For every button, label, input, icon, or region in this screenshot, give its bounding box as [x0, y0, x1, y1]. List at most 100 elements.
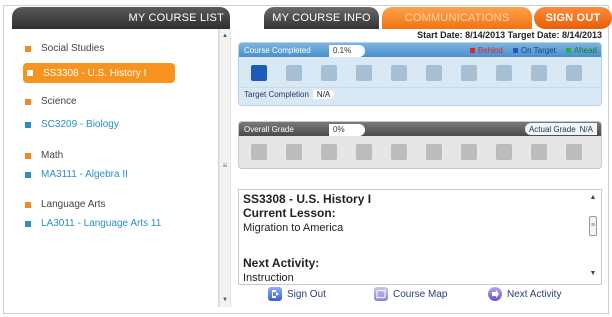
progress-square: [531, 144, 547, 160]
overall-grade-value: 0%: [329, 123, 365, 136]
subject-label: Science: [41, 96, 77, 107]
next-activity-button[interactable]: Next Activity: [488, 287, 561, 301]
course-bullet-icon: [25, 121, 31, 128]
scroll-down-icon[interactable]: ▼: [587, 270, 599, 280]
lesson-scrollbar[interactable]: ▲ ≡ ▼: [587, 194, 599, 280]
next-activity-label: Next Activity: [507, 288, 562, 300]
progress-square: [251, 144, 267, 160]
legend-ahead: Ahead: [565, 45, 597, 55]
subject-bullet-icon: [25, 45, 31, 52]
overall-grade-header: Overall Grade 0% Actual Grade N/A: [239, 122, 601, 136]
progress-square: [461, 65, 477, 81]
next-activity-label: Next Activity:: [243, 256, 320, 270]
scroll-grip-icon[interactable]: ≡: [221, 161, 229, 171]
on-target-swatch-icon: [512, 47, 518, 53]
actual-grade-box: Actual Grade N/A: [524, 123, 597, 135]
tab-my-course-list[interactable]: MY COURSE LIST: [12, 7, 230, 29]
course-list-scrollbar[interactable]: ▲ ≡ ▼: [219, 29, 231, 307]
overall-grade-label: Overall Grade: [244, 124, 294, 134]
course-item-ss3308[interactable]: SS3308 - U.S. History I: [23, 63, 175, 83]
course-completed-value: 0.1%: [329, 44, 365, 57]
progress-square: [251, 65, 267, 81]
ahead-swatch-icon: [565, 47, 571, 53]
course-bullet-icon: [27, 70, 33, 76]
legend-behind: Behind: [469, 45, 503, 55]
course-title: SS3308 - U.S. History I: [243, 192, 372, 206]
course-bullet-icon: [25, 220, 31, 227]
course-item-la3011[interactable]: LA3011 - Language Arts 11: [25, 218, 161, 229]
course-map-button[interactable]: Course Map: [374, 287, 447, 301]
scroll-thumb[interactable]: ≡: [589, 216, 597, 236]
progress-square: [566, 144, 582, 160]
course-label: SS3308 - U.S. History I: [43, 67, 147, 79]
progress-square: [461, 144, 477, 160]
progress-square: [426, 65, 442, 81]
subject-label: Social Studies: [41, 43, 105, 54]
progress-square: [426, 144, 442, 160]
course-item-sc3209[interactable]: SC3209 - Biology: [25, 119, 119, 130]
progress-square: [566, 65, 582, 81]
sign-out-icon: [268, 287, 282, 301]
progress-square: [356, 144, 372, 160]
progress-square: [356, 65, 372, 81]
scroll-down-icon[interactable]: ▼: [220, 295, 230, 305]
legend-on-target: On Target: [512, 45, 556, 55]
behind-swatch-icon: [469, 47, 475, 53]
legend-label: Behind: [477, 45, 503, 55]
grade-squares: [239, 136, 601, 166]
progress-square: [321, 65, 337, 81]
course-list-pane: Social Studies SS3308 - U.S. History I S…: [11, 29, 219, 307]
progress-square: [391, 65, 407, 81]
subject-language-arts: Language Arts: [25, 199, 106, 210]
current-lesson-label: Current Lesson:: [243, 206, 336, 220]
tab-my-course-info[interactable]: MY COURSE INFO: [264, 7, 379, 29]
progress-square: [321, 144, 337, 160]
tab-communications[interactable]: COMMUNICATIONS: [382, 7, 532, 29]
map-icon: [374, 287, 388, 301]
sign-out-label: Sign Out: [287, 288, 326, 300]
progress-legend: Behind On Target Ahead: [460, 43, 597, 57]
course-label: MA3111 - Algebra II: [41, 169, 128, 180]
progress-square: [391, 144, 407, 160]
sign-out-button[interactable]: Sign Out: [268, 287, 326, 301]
target-completion-value: N/A: [312, 90, 335, 99]
target-completion-label: Target Completion: [244, 90, 309, 99]
subject-bullet-icon: [25, 152, 31, 159]
course-bullet-icon: [25, 171, 31, 178]
subject-social-studies: Social Studies: [25, 43, 104, 54]
tab-bar: MY COURSE LIST MY COURSE INFO COMMUNICAT…: [12, 7, 612, 29]
subject-bullet-icon: [25, 98, 31, 105]
legend-label: On Target: [520, 45, 556, 55]
next-arrow-icon: [488, 287, 502, 301]
progress-square: [496, 144, 512, 160]
progress-square: [531, 65, 547, 81]
next-activity-value: Instruction: [243, 272, 294, 284]
scroll-up-icon[interactable]: ▲: [587, 194, 599, 204]
progress-square: [286, 144, 302, 160]
course-completed-panel: Course Completed 0.1% Behind On Target A…: [238, 42, 602, 106]
sign-out-tab-button[interactable]: SIGN OUT: [534, 7, 612, 29]
progress-square: [496, 65, 512, 81]
progress-square: [286, 65, 302, 81]
course-map-label: Course Map: [393, 288, 448, 300]
subject-math: Math: [25, 150, 63, 161]
action-bar: Sign Out Course Map Next Activity: [238, 287, 602, 307]
course-dates: Start Date: 8/14/2013 Target Date: 8/14/…: [417, 30, 602, 40]
actual-grade-value: N/A: [579, 124, 593, 134]
subject-science: Science: [25, 96, 77, 107]
progress-squares: [239, 57, 601, 87]
subject-label: Language Arts: [41, 199, 106, 210]
course-item-ma3111[interactable]: MA3111 - Algebra II: [25, 169, 128, 180]
subject-bullet-icon: [25, 201, 31, 208]
course-label: SC3209 - Biology: [41, 119, 119, 130]
course-info-pane: Start Date: 8/14/2013 Target Date: 8/14/…: [232, 29, 608, 307]
current-lesson-value: Migration to America: [243, 222, 344, 234]
scroll-up-icon[interactable]: ▲: [220, 31, 230, 41]
legend-label: Ahead: [573, 45, 597, 55]
actual-grade-label: Actual Grade: [528, 124, 576, 134]
course-completed-header: Course Completed 0.1% Behind On Target A…: [239, 43, 601, 57]
course-completed-label: Course Completed: [244, 45, 311, 55]
course-label: LA3011 - Language Arts 11: [41, 218, 162, 229]
subject-label: Math: [41, 150, 64, 161]
lesson-info-box: SS3308 - U.S. History I Current Lesson: …: [238, 189, 602, 285]
